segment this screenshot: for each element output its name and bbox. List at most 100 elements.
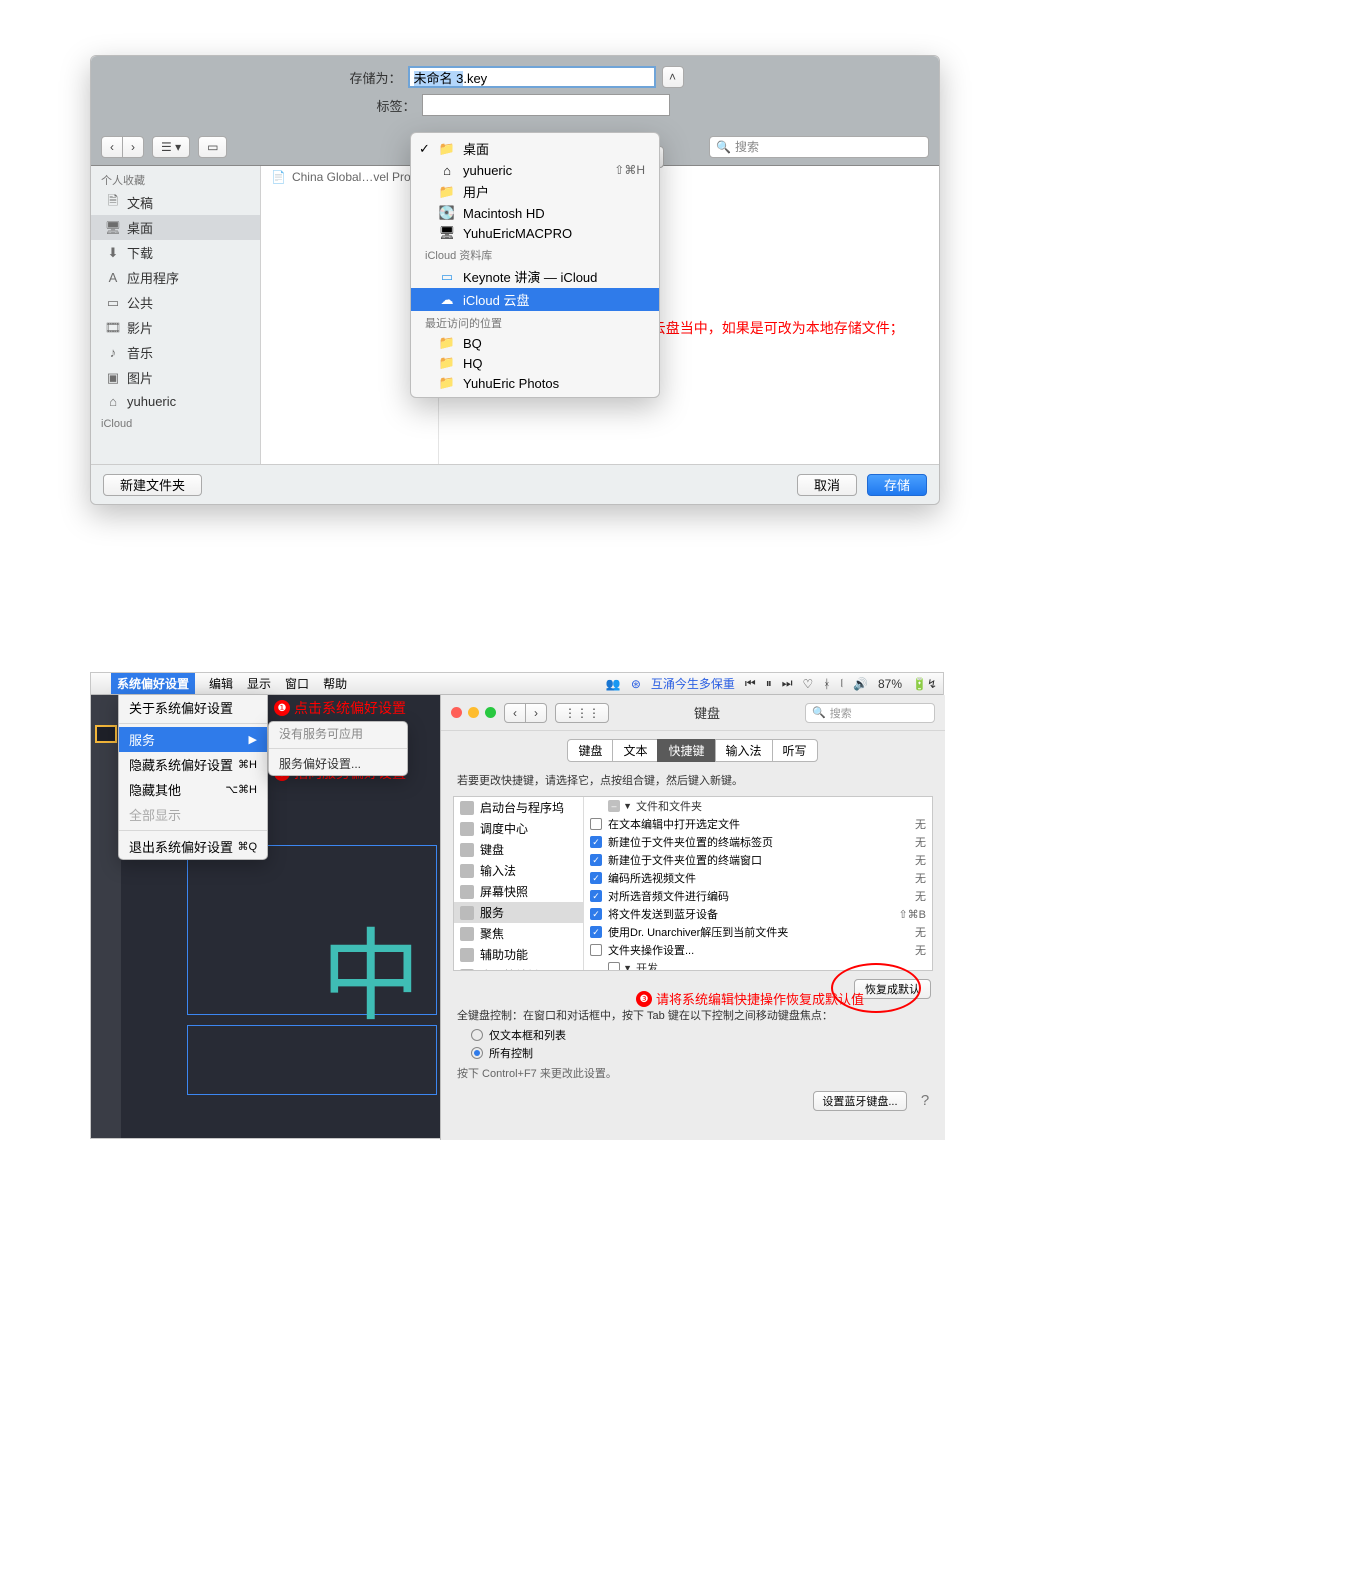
app-menu-hide[interactable]: 隐藏系统偏好设置⌘H (119, 752, 267, 777)
checkbox[interactable]: ✓ (590, 890, 602, 902)
app-menu-about[interactable]: 关于系统偏好设置 (119, 695, 267, 720)
sidebar-item-music[interactable]: ♪音乐 (91, 340, 260, 365)
back-button[interactable]: ‹ (101, 136, 123, 158)
kb-cat-services[interactable]: 服务 (454, 902, 583, 923)
slide-thumb[interactable] (95, 725, 117, 743)
zoom-icon[interactable] (485, 707, 496, 718)
forward-button[interactable]: › (123, 136, 144, 158)
sidebar-item-movies[interactable]: 🎞影片 (91, 315, 260, 340)
kb-row[interactable]: ✓新建位于文件夹位置的终端标签页无 (584, 833, 932, 851)
location-item-hdd[interactable]: 💽Macintosh HD (411, 203, 659, 223)
kb-cat-a11y[interactable]: 辅助功能 (454, 944, 583, 965)
kb-cat-mission[interactable]: 调度中心 (454, 818, 583, 839)
menubar-view[interactable]: 显示 (247, 675, 271, 692)
tag-input[interactable] (422, 94, 670, 116)
location-item-users[interactable]: 📁用户 (411, 180, 659, 203)
location-item-keynote-icloud[interactable]: ▭Keynote 讲演 — iCloud (411, 265, 659, 288)
volume-icon[interactable]: 🔊 (853, 677, 868, 691)
sidebar-item-home[interactable]: ⌂yuhueric (91, 390, 260, 412)
app-menu-services[interactable]: 服务▶ (119, 727, 267, 752)
menubar-edit[interactable]: 编辑 (209, 675, 233, 692)
keynote-icon: ▭ (439, 269, 455, 285)
kb-cat-keyboard[interactable]: 键盘 (454, 839, 583, 860)
new-folder-button[interactable]: 新建文件夹 (103, 474, 202, 496)
kb-cat-screenshot[interactable]: 屏幕快照 (454, 881, 583, 902)
checkbox[interactable]: ✓ (590, 926, 602, 938)
checkbox[interactable] (590, 944, 602, 956)
pause-icon[interactable]: ⏸ (766, 676, 772, 691)
kb-row[interactable]: ✓编码所选视频文件无 (584, 869, 932, 887)
app-menu-hide-others[interactable]: 隐藏其他⌥⌘H (119, 777, 267, 802)
sidebar-item-apps[interactable]: A应用程序 (91, 265, 260, 290)
location-item-bq[interactable]: 📁BQ (411, 333, 659, 353)
group-button[interactable]: ▭ (198, 136, 227, 158)
kb-cat-launchpad[interactable]: 启动台与程序坞 (454, 797, 583, 818)
kb-tab-dictation[interactable]: 听写 (772, 739, 818, 762)
kb-back-button[interactable]: ‹ (504, 703, 526, 723)
location-item-mac[interactable]: 🖥YuhuEricMACPRO (411, 223, 659, 243)
kb-cat-spotlight[interactable]: 聚焦 (454, 923, 583, 944)
kb-row[interactable]: ✓新建位于文件夹位置的终端窗口无 (584, 851, 932, 869)
checkbox[interactable]: ✓ (590, 872, 602, 884)
sidebar-item-desktop[interactable]: 🖥桌面 (91, 215, 260, 240)
filename-input[interactable]: 未命名 3.key (408, 66, 656, 88)
annotation-text-2: 点击系统偏好设置 (294, 698, 406, 718)
kb-row[interactable]: ✓将文件发送到蓝牙设备⇧⌘B (584, 905, 932, 923)
wifi-icon[interactable]: ⧙ (841, 676, 844, 691)
kb-cat-app-shortcuts[interactable]: 应用快捷键 (454, 965, 583, 970)
services-na: 没有服务可应用 (269, 722, 407, 745)
sidebar-item-documents[interactable]: 🗎文稿 (91, 190, 260, 215)
kb-radio-text-only[interactable]: 仅文本框和列表 (471, 1027, 915, 1043)
cancel-button[interactable]: 取消 (797, 474, 857, 496)
kb-tab-keyboard[interactable]: 键盘 (567, 739, 613, 762)
checkbox[interactable]: ✓ (590, 836, 602, 848)
checkbox[interactable] (608, 962, 620, 970)
sidebar-item-downloads[interactable]: ⬇下载 (91, 240, 260, 265)
location-item-userhome[interactable]: ⌂yuhueric⇧⌘H (411, 160, 659, 180)
kb-row[interactable]: 文件夹操作设置...无 (584, 941, 932, 959)
kb-row[interactable]: 在文本编辑中打开选定文件无 (584, 815, 932, 833)
bluetooth-keyboard-button[interactable]: 设置蓝牙键盘... (813, 1091, 906, 1111)
kb-search-input[interactable]: 🔍搜索 (805, 703, 935, 723)
battery-percent: 87% (878, 677, 902, 691)
view-mode-button[interactable]: ☰ ▾ (152, 136, 190, 158)
close-icon[interactable] (451, 707, 462, 718)
save-button[interactable]: 存储 (867, 474, 927, 496)
next-track-icon[interactable]: ⏭ (782, 676, 793, 691)
checkbox[interactable]: ✓ (590, 908, 602, 920)
app-menu-quit[interactable]: 退出系统偏好设置⌘Q (119, 834, 267, 859)
kb-cat-ime[interactable]: 输入法 (454, 860, 583, 881)
minimize-icon[interactable] (468, 707, 479, 718)
checkbox[interactable] (590, 818, 602, 830)
prev-track-icon[interactable]: ⏮ (745, 676, 756, 691)
nav-back-forward: ‹ › (101, 136, 144, 158)
expand-toggle-icon[interactable]: ˄ (662, 66, 684, 88)
help-icon[interactable]: ? (917, 1092, 933, 1109)
kb-grid-button[interactable]: ⋮⋮⋮ (555, 703, 609, 723)
kb-tab-shortcuts[interactable]: 快捷键 (657, 739, 715, 762)
menubar-app[interactable]: 系统偏好设置 (111, 673, 195, 694)
cloud-icon: ☁︎ (439, 292, 455, 308)
location-item-hq[interactable]: 📁HQ (411, 353, 659, 373)
search-input[interactable]: 🔍 搜索 (709, 136, 929, 158)
checkbox[interactable]: ✓ (590, 854, 602, 866)
services-prefs[interactable]: 服务偏好设置... (269, 752, 407, 775)
kb-row[interactable]: ✓使用Dr. Unarchiver解压到当前文件夹无 (584, 923, 932, 941)
location-item-icloud-drive[interactable]: ☁︎iCloud 云盘 (411, 288, 659, 311)
kb-tab-text[interactable]: 文本 (612, 739, 658, 762)
kb-radio-all-controls[interactable]: 所有控制 (471, 1045, 915, 1061)
kb-forward-button[interactable]: › (526, 703, 547, 723)
like-icon[interactable]: ♡ (803, 677, 814, 691)
kb-row[interactable]: ✓对所选音频文件进行编码无 (584, 887, 932, 905)
location-item-photos[interactable]: 📁YuhuEric Photos (411, 373, 659, 393)
menubar-help[interactable]: 帮助 (323, 675, 347, 692)
wechat-icon[interactable]: 👥 (606, 677, 621, 691)
sidebar-item-photos[interactable]: ▣图片 (91, 365, 260, 390)
menubar-window[interactable]: 窗口 (285, 675, 309, 692)
kb-tab-ime[interactable]: 输入法 (715, 739, 773, 762)
status-icon[interactable]: ⊛ (631, 677, 641, 691)
kb-group-files[interactable]: – ▼文件和文件夹 (584, 797, 932, 815)
location-item-desktop[interactable]: 📁桌面 (411, 137, 659, 160)
bluetooth-icon[interactable]: ᚼ (823, 677, 830, 691)
sidebar-item-public[interactable]: ▭公共 (91, 290, 260, 315)
